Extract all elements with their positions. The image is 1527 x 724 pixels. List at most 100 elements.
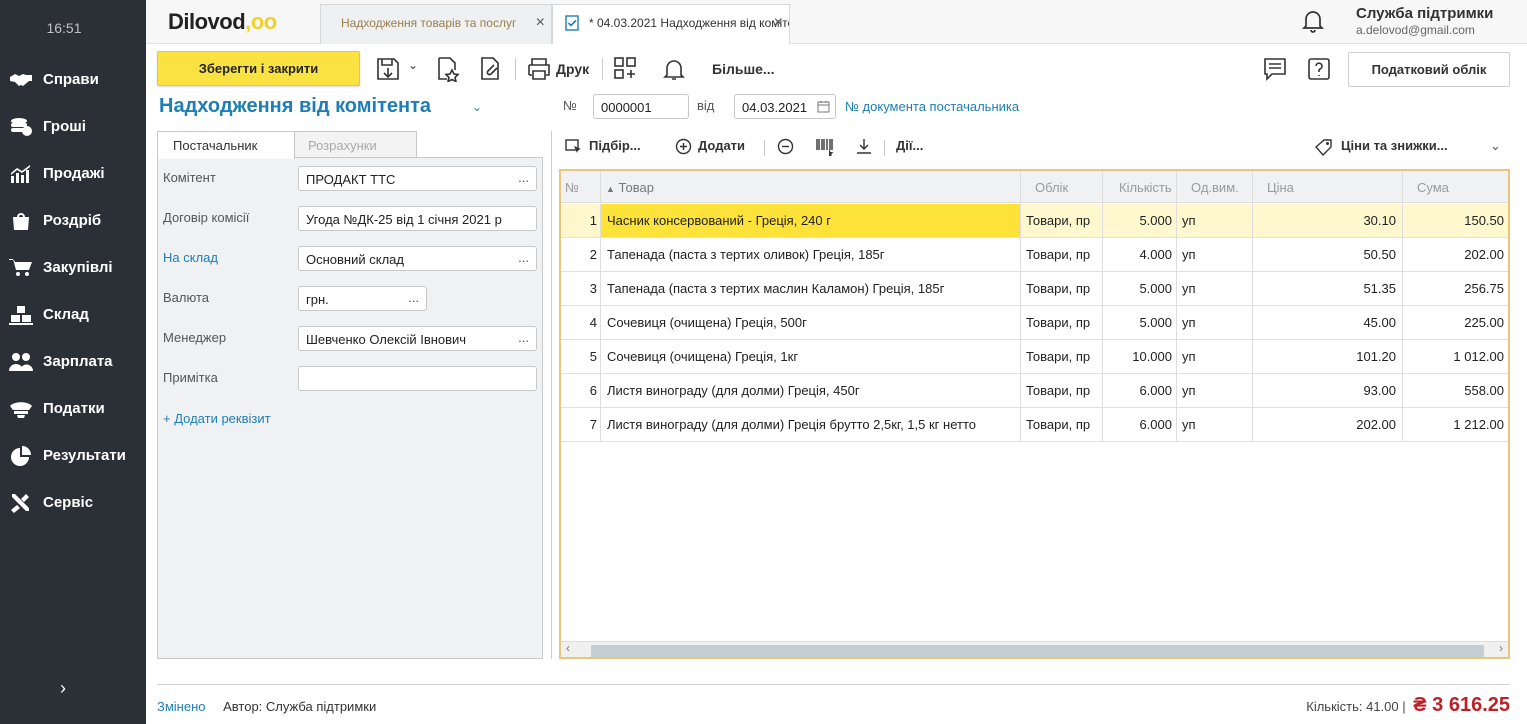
cell-qty[interactable]: 5.000 — [1106, 213, 1172, 228]
table-row[interactable]: 3 Тапенада (паста з тертих маслин Каламон… — [561, 272, 1508, 306]
cell-n[interactable]: 5 — [561, 349, 597, 364]
cell-unit[interactable]: уп — [1182, 281, 1242, 296]
cell-price[interactable]: 45.00 — [1256, 315, 1396, 330]
cell-name[interactable]: Листя винограду (для долми) Греція, 450г — [607, 383, 1017, 398]
horizontal-scrollbar[interactable]: ‹ › — [561, 641, 1508, 657]
cell-sum[interactable]: 1 012.00 — [1406, 349, 1504, 364]
cell-price[interactable]: 202.00 — [1256, 417, 1396, 432]
cell-n[interactable]: 7 — [561, 417, 597, 432]
scroll-left-icon[interactable]: ‹ — [566, 641, 570, 655]
plus-circle-icon[interactable] — [675, 138, 692, 155]
sidebar-item-servis[interactable]: Сервіс — [0, 479, 146, 526]
save-icon[interactable] — [375, 56, 401, 82]
prices-discounts-button[interactable]: Ціни та знижки... — [1341, 138, 1448, 153]
printer-icon[interactable] — [526, 56, 552, 82]
cell-unit[interactable]: уп — [1182, 213, 1242, 228]
sidebar-item-spravy[interactable]: Справи — [0, 56, 146, 103]
currency-input[interactable]: грн.... — [298, 286, 427, 311]
document-number-input[interactable]: 0000001 — [593, 94, 689, 119]
table-row[interactable]: 2 Тапенада (паста з тертих оливок) Греція… — [561, 238, 1508, 272]
cell-unit[interactable]: уп — [1182, 247, 1242, 262]
barcode-icon[interactable] — [815, 137, 835, 156]
cell-acc[interactable]: Товари, пр — [1026, 383, 1100, 398]
add-row-button[interactable]: Додати — [698, 138, 745, 153]
select-dots-button[interactable]: ... — [518, 250, 529, 265]
column-header-accounting[interactable]: Облік — [1035, 180, 1068, 195]
cell-sum[interactable]: 1 212.00 — [1406, 417, 1504, 432]
select-dots-button[interactable]: ... — [518, 170, 529, 185]
cell-price[interactable]: 50.50 — [1256, 247, 1396, 262]
cell-acc[interactable]: Товари, пр — [1026, 417, 1100, 432]
sidebar-item-rezultaty[interactable]: Результати — [0, 432, 146, 479]
cell-qty[interactable]: 5.000 — [1106, 315, 1172, 330]
cell-unit[interactable]: уп — [1182, 417, 1242, 432]
close-icon[interactable]: × — [536, 14, 545, 32]
select-dots-button[interactable]: ... — [408, 290, 419, 305]
cell-sum[interactable]: 225.00 — [1406, 315, 1504, 330]
table-row[interactable]: 1 Часник консервований - Греція, 240 г Тов… — [561, 204, 1508, 238]
cell-qty[interactable]: 6.000 — [1106, 417, 1172, 432]
cell-qty[interactable]: 4.000 — [1106, 247, 1172, 262]
tab-settlements[interactable]: Розрахунки — [293, 131, 417, 158]
document-date-input[interactable]: 04.03.2021 — [734, 94, 836, 119]
cell-n[interactable]: 2 — [561, 247, 597, 262]
close-icon[interactable]: × — [774, 14, 783, 32]
cell-sum[interactable]: 558.00 — [1406, 383, 1504, 398]
committent-input[interactable]: ПРОДАКТ ТТС... — [298, 166, 537, 191]
cell-n[interactable]: 3 — [561, 281, 597, 296]
cell-unit[interactable]: уп — [1182, 383, 1242, 398]
sidebar-item-sklad[interactable]: Склад — [0, 291, 146, 338]
contract-input[interactable]: Угода №ДК-25 від 1 січня 2021 р — [298, 206, 537, 231]
chevron-down-icon[interactable]: ⌄ — [472, 100, 482, 114]
field-label-warehouse-link[interactable]: На склад — [163, 250, 218, 265]
chevron-down-icon[interactable]: ⌄ — [1490, 138, 1501, 154]
cell-price[interactable]: 93.00 — [1256, 383, 1396, 398]
column-header-unit[interactable]: Од.вим. — [1191, 180, 1239, 195]
cell-sum[interactable]: 256.75 — [1406, 281, 1504, 296]
sidebar-item-rozdrib[interactable]: Роздріб — [0, 197, 146, 244]
column-header-number[interactable]: № — [565, 180, 579, 195]
price-tag-icon[interactable] — [1314, 138, 1334, 158]
tab-supplier[interactable]: Постачальник — [157, 131, 295, 159]
sidebar-item-zakupivli[interactable]: Закупівлі — [0, 244, 146, 291]
cell-name[interactable]: Тапенада (паста з тертих маслин Каламон)… — [607, 281, 1017, 296]
pick-button[interactable]: Підбір... — [589, 138, 641, 153]
add-attribute-link[interactable]: + Додати реквізит — [163, 411, 271, 426]
cell-name[interactable]: Сочевиця (очищена) Греція, 500г — [607, 315, 1017, 330]
calendar-icon[interactable] — [817, 100, 830, 113]
help-icon[interactable] — [1306, 56, 1332, 82]
cell-price[interactable]: 101.20 — [1256, 349, 1396, 364]
scroll-right-icon[interactable]: › — [1499, 641, 1503, 655]
cell-acc[interactable]: Товари, пр — [1026, 349, 1100, 364]
table-row[interactable]: 4 Сочевиця (очищена) Греція, 500г Товари, … — [561, 306, 1508, 340]
table-row[interactable]: 6 Листя винограду (для долми) Греція, 450… — [561, 374, 1508, 408]
supplier-doc-number-link[interactable]: № документа постачальника — [845, 99, 1019, 114]
cell-qty[interactable]: 5.000 — [1106, 281, 1172, 296]
cell-n[interactable]: 4 — [561, 315, 597, 330]
changed-link[interactable]: Змінено — [157, 699, 206, 714]
column-header-quantity[interactable]: Кількість — [1119, 180, 1175, 195]
save-and-close-button[interactable]: Зберегти і закрити — [157, 51, 360, 86]
cell-sum[interactable]: 150.50 — [1406, 213, 1504, 228]
collapse-sidebar-button[interactable]: › — [60, 678, 66, 699]
tab-receipts-list[interactable]: Надходження товарів та послуг × — [320, 4, 552, 44]
table-row[interactable]: 5 Сочевиця (очищена) Греція, 1кг Товари, п… — [561, 340, 1508, 374]
chevron-down-icon[interactable]: ⌄ — [408, 58, 418, 72]
print-button[interactable]: Друк — [556, 61, 589, 77]
manager-input[interactable]: Шевченко Олексій Івнович... — [298, 326, 537, 351]
add-widget-icon[interactable] — [613, 56, 639, 82]
note-input[interactable] — [298, 366, 537, 391]
cell-sum[interactable]: 202.00 — [1406, 247, 1504, 262]
support-account[interactable]: Служба підтримки a.delovod@gmail.com — [1356, 5, 1493, 37]
comment-icon[interactable] — [1262, 56, 1288, 82]
notifications-bell-icon[interactable] — [1301, 8, 1325, 34]
cell-qty[interactable]: 6.000 — [1106, 383, 1172, 398]
cell-unit[interactable]: уп — [1182, 315, 1242, 330]
minus-circle-icon[interactable] — [777, 138, 794, 155]
sidebar-item-groshi[interactable]: Гроші — [0, 103, 146, 150]
cell-name[interactable]: Листя винограду (для долми) Греція брутт… — [607, 417, 1017, 432]
cell-acc[interactable]: Товари, пр — [1026, 247, 1100, 262]
actions-button[interactable]: Дії... — [896, 138, 923, 153]
cell-unit[interactable]: уп — [1182, 349, 1242, 364]
tax-accounting-button[interactable]: Податковий облік — [1348, 52, 1510, 87]
